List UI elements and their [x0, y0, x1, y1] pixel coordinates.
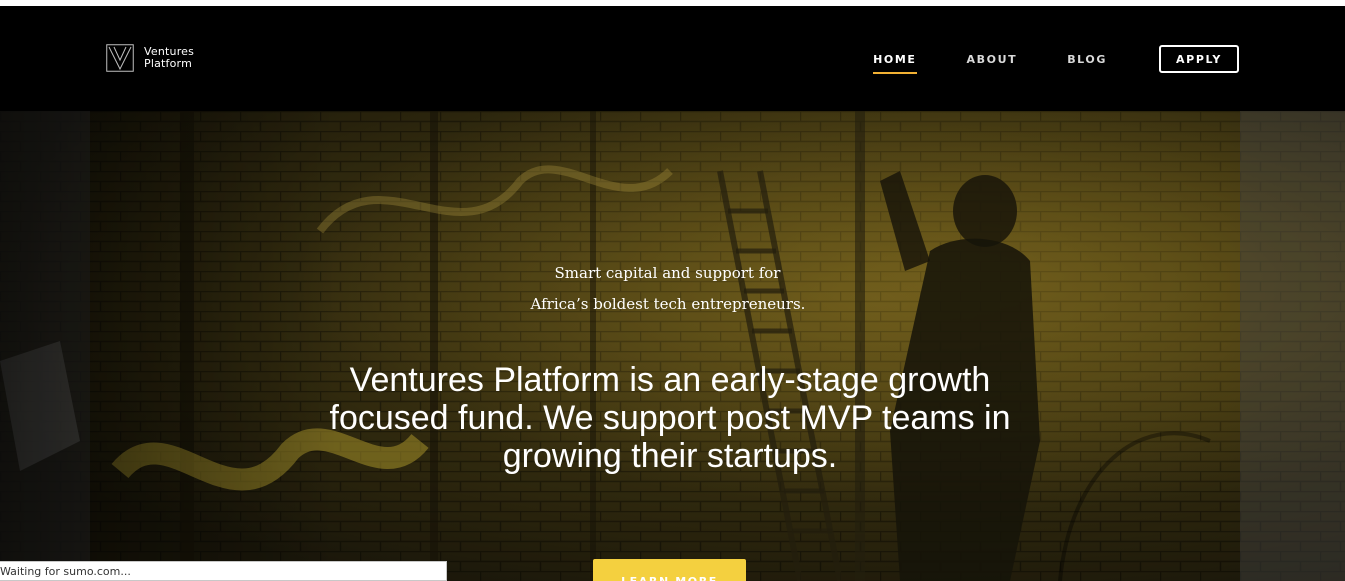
ventures-platform-logo-icon — [106, 44, 134, 72]
nav-home[interactable]: HOME — [873, 53, 917, 74]
hero-headline: Ventures Platform is an early-stage grow… — [329, 361, 1011, 475]
apply-button[interactable]: APPLY — [1159, 45, 1239, 73]
learn-more-button[interactable]: LEARN MORE — [593, 559, 746, 581]
browser-status-bar: Waiting for sumo.com... — [0, 561, 447, 581]
hero-tagline-line1: Smart capital and support for — [554, 264, 781, 282]
brand-logo[interactable]: Ventures Platform — [106, 44, 194, 72]
hero-tagline: Smart capital and support for Africa’s b… — [0, 258, 1345, 320]
hero-section: Smart capital and support for Africa’s b… — [0, 111, 1345, 581]
nav-blog[interactable]: BLOG — [1067, 53, 1107, 66]
hero-tagline-line2: Africa’s boldest tech entrepreneurs. — [530, 295, 806, 313]
main-nav: HOME ABOUT BLOG APPLY — [823, 44, 1239, 74]
brand-name: Ventures Platform — [144, 46, 194, 70]
hero-background-image — [0, 111, 1345, 581]
brand-name-line2: Platform — [144, 57, 192, 70]
nav-about[interactable]: ABOUT — [967, 53, 1018, 66]
page: Ventures Platform HOME ABOUT BLOG APPLY — [0, 0, 1345, 581]
site-header: Ventures Platform HOME ABOUT BLOG APPLY — [0, 6, 1345, 111]
